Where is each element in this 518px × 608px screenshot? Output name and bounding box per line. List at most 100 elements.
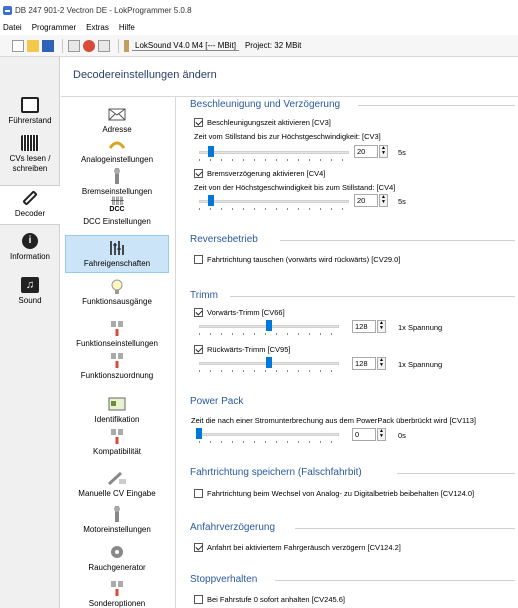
- mapping-icon: [65, 351, 169, 369]
- accel-checkbox[interactable]: [194, 118, 203, 127]
- reverse-checkbox[interactable]: [194, 255, 203, 264]
- rev-trim-checkbox-row[interactable]: Rückwärts-Trimm [CV95]: [194, 345, 290, 354]
- accel-spinner[interactable]: ▲ ▼: [379, 145, 388, 158]
- direction-checkbox-row[interactable]: Fahrtrichtung beim Wechsel von Analog- z…: [194, 489, 474, 498]
- open-folder-icon[interactable]: [27, 39, 39, 52]
- category-funktionsausgaenge[interactable]: Funktionsausgänge: [65, 277, 169, 307]
- stop-checkbox[interactable]: [194, 595, 203, 604]
- fwd-trim-checkbox[interactable]: [194, 308, 203, 317]
- reverse-checkbox-row[interactable]: Fahrtrichtung tauschen (vorwärts wird rü…: [194, 255, 400, 264]
- powerpack-spinner[interactable]: ▲ ▼: [377, 428, 386, 441]
- decoder-select[interactable]: LokSound V4.0 M4 [--- MBit]: [132, 41, 239, 51]
- powerpack-value-field[interactable]: 0: [352, 428, 376, 441]
- nav-label: Information: [9, 252, 51, 261]
- fwd-trim-spinner[interactable]: ▲ ▼: [377, 320, 386, 333]
- accel-value-field[interactable]: 20: [354, 145, 378, 158]
- import-icon[interactable]: [68, 39, 80, 52]
- category-brems[interactable]: Bremseinstellungen: [65, 167, 169, 197]
- nav-decoder[interactable]: Decoder: [0, 185, 60, 225]
- rev-trim-value-field[interactable]: 128: [352, 357, 376, 370]
- category-fahreigenschaften[interactable]: Fahreigenschaften: [65, 235, 169, 273]
- nav-fuehrerstand[interactable]: Führerstand: [0, 97, 60, 126]
- slider-thumb[interactable]: [266, 357, 272, 368]
- checkbox-label: Anfahrt bei aktiviertem Fahrgeräusch ver…: [207, 543, 401, 552]
- nav-sound[interactable]: ♫ Sound: [0, 277, 60, 306]
- slider-thumb[interactable]: [196, 428, 202, 439]
- checkbox-label: Rückwärts-Trimm [CV95]: [207, 345, 291, 354]
- fwd-trim-checkbox-row[interactable]: Vorwärts-Trimm [CV66]: [194, 308, 285, 317]
- section-stop: Stoppverhalten: [190, 574, 515, 585]
- category-label: Adresse: [102, 125, 132, 134]
- section-title: Power Pack: [190, 396, 244, 407]
- category-label: Bremseinstellungen: [81, 187, 153, 196]
- dcc-icon: ╫╫╫ DCC: [109, 198, 125, 213]
- decel-spinner[interactable]: ▲ ▼: [379, 194, 388, 207]
- programmer-icon[interactable]: [124, 39, 129, 52]
- section-reverse: Reversebetrieb: [190, 234, 515, 245]
- category-motor[interactable]: Motoreinstellungen: [65, 505, 169, 535]
- fwd-trim-value-field[interactable]: 128: [352, 320, 376, 333]
- category-manuelle-cv[interactable]: Manuelle CV Eingabe: [65, 469, 169, 499]
- rev-trim-spinner[interactable]: ▲ ▼: [377, 357, 386, 370]
- category-funktionszuordnung[interactable]: Funktionszuordnung: [65, 351, 169, 381]
- direction-checkbox[interactable]: [194, 489, 203, 498]
- powerpack-slider[interactable]: [196, 428, 339, 443]
- slider-thumb[interactable]: [208, 195, 214, 206]
- menu-extras[interactable]: Extras: [86, 23, 109, 32]
- envelope-icon: [65, 105, 169, 123]
- category-label: Identifikation: [94, 415, 140, 424]
- info-icon: i: [22, 233, 38, 249]
- category-identifikation[interactable]: Identifikation: [65, 395, 169, 425]
- fwd-trim-slider[interactable]: [199, 320, 339, 335]
- menu-hilfe[interactable]: Hilfe: [119, 23, 135, 32]
- menu-datei[interactable]: Datei: [3, 23, 22, 32]
- startdelay-checkbox-row[interactable]: Anfahrt bei aktiviertem Fahrgeräusch ver…: [194, 543, 401, 552]
- decel-checkbox[interactable]: [194, 169, 203, 178]
- category-kompatibilitaet[interactable]: Kompatibilität: [65, 427, 169, 457]
- category-label: Manuelle CV Eingabe: [78, 489, 156, 498]
- menu-bar: Datei Programmer Extras Hilfe: [0, 20, 518, 35]
- new-file-icon[interactable]: [12, 39, 24, 52]
- analog-icon: [65, 135, 169, 153]
- section-title: Fahrtrichtung speichern (Falschfahrbit): [190, 467, 362, 478]
- save-icon[interactable]: [42, 39, 54, 52]
- title-bar: DB 247 901-2 Vectron DE - LokProgrammer …: [0, 0, 518, 20]
- category-funktionseinstellungen[interactable]: Funktionseinstellungen: [65, 319, 169, 349]
- category-analog[interactable]: Analogeinstellungen: [65, 135, 169, 165]
- checkbox-label: Beschleunigungszeit aktivieren [CV3]: [207, 118, 331, 127]
- slider-track: [199, 151, 349, 154]
- rev-trim-checkbox[interactable]: [194, 345, 203, 354]
- nav-information[interactable]: i Information: [0, 233, 60, 262]
- stop-checkbox-row[interactable]: Bei Fahrstufe 0 sofort anhalten [CV245.6…: [194, 595, 345, 604]
- menu-programmer[interactable]: Programmer: [32, 23, 76, 32]
- accel-slider[interactable]: [199, 146, 349, 161]
- section-divider: [397, 473, 515, 474]
- toolbar-separator: [62, 38, 63, 53]
- category-sonderoptionen[interactable]: Sonderoptionen: [65, 579, 169, 608]
- rev-trim-slider[interactable]: [199, 357, 339, 372]
- project-size: Project: 32 MBit: [244, 41, 302, 50]
- slider-thumb[interactable]: [208, 146, 214, 157]
- slider-ticks: [199, 441, 339, 443]
- category-label: Funktionseinstellungen: [76, 339, 158, 348]
- read-icon[interactable]: [83, 39, 95, 52]
- decel-checkbox-row[interactable]: Bremsverzögerung aktivieren [CV4]: [194, 169, 325, 178]
- write-icon[interactable]: [98, 39, 110, 52]
- decel-value-field[interactable]: 20: [354, 194, 378, 207]
- nav-cvs[interactable]: CVs lesen / schreiben: [0, 135, 60, 174]
- category-rauch[interactable]: Rauchgenerator: [65, 543, 169, 573]
- accel-checkbox-row[interactable]: Beschleunigungszeit aktivieren [CV3]: [194, 118, 331, 127]
- accel-description: Zeit vom Stillstand bis zur Höchstgeschw…: [194, 132, 381, 141]
- category-dcc[interactable]: ╫╫╫ DCC DCC Einstellungen: [65, 197, 169, 227]
- startdelay-checkbox[interactable]: [194, 543, 203, 552]
- section-divider: [295, 528, 515, 529]
- category-label: Funktionszuordnung: [80, 371, 154, 380]
- special-icon: [65, 579, 169, 597]
- motor-icon: [65, 505, 169, 523]
- category-label: DCC Einstellungen: [83, 217, 151, 226]
- wrench-icon: [22, 190, 38, 206]
- category-adresse[interactable]: Adresse: [65, 105, 169, 135]
- slider-thumb[interactable]: [266, 320, 272, 331]
- section-startdelay: Anfahrverzögerung: [190, 522, 515, 533]
- decel-slider[interactable]: [199, 195, 349, 210]
